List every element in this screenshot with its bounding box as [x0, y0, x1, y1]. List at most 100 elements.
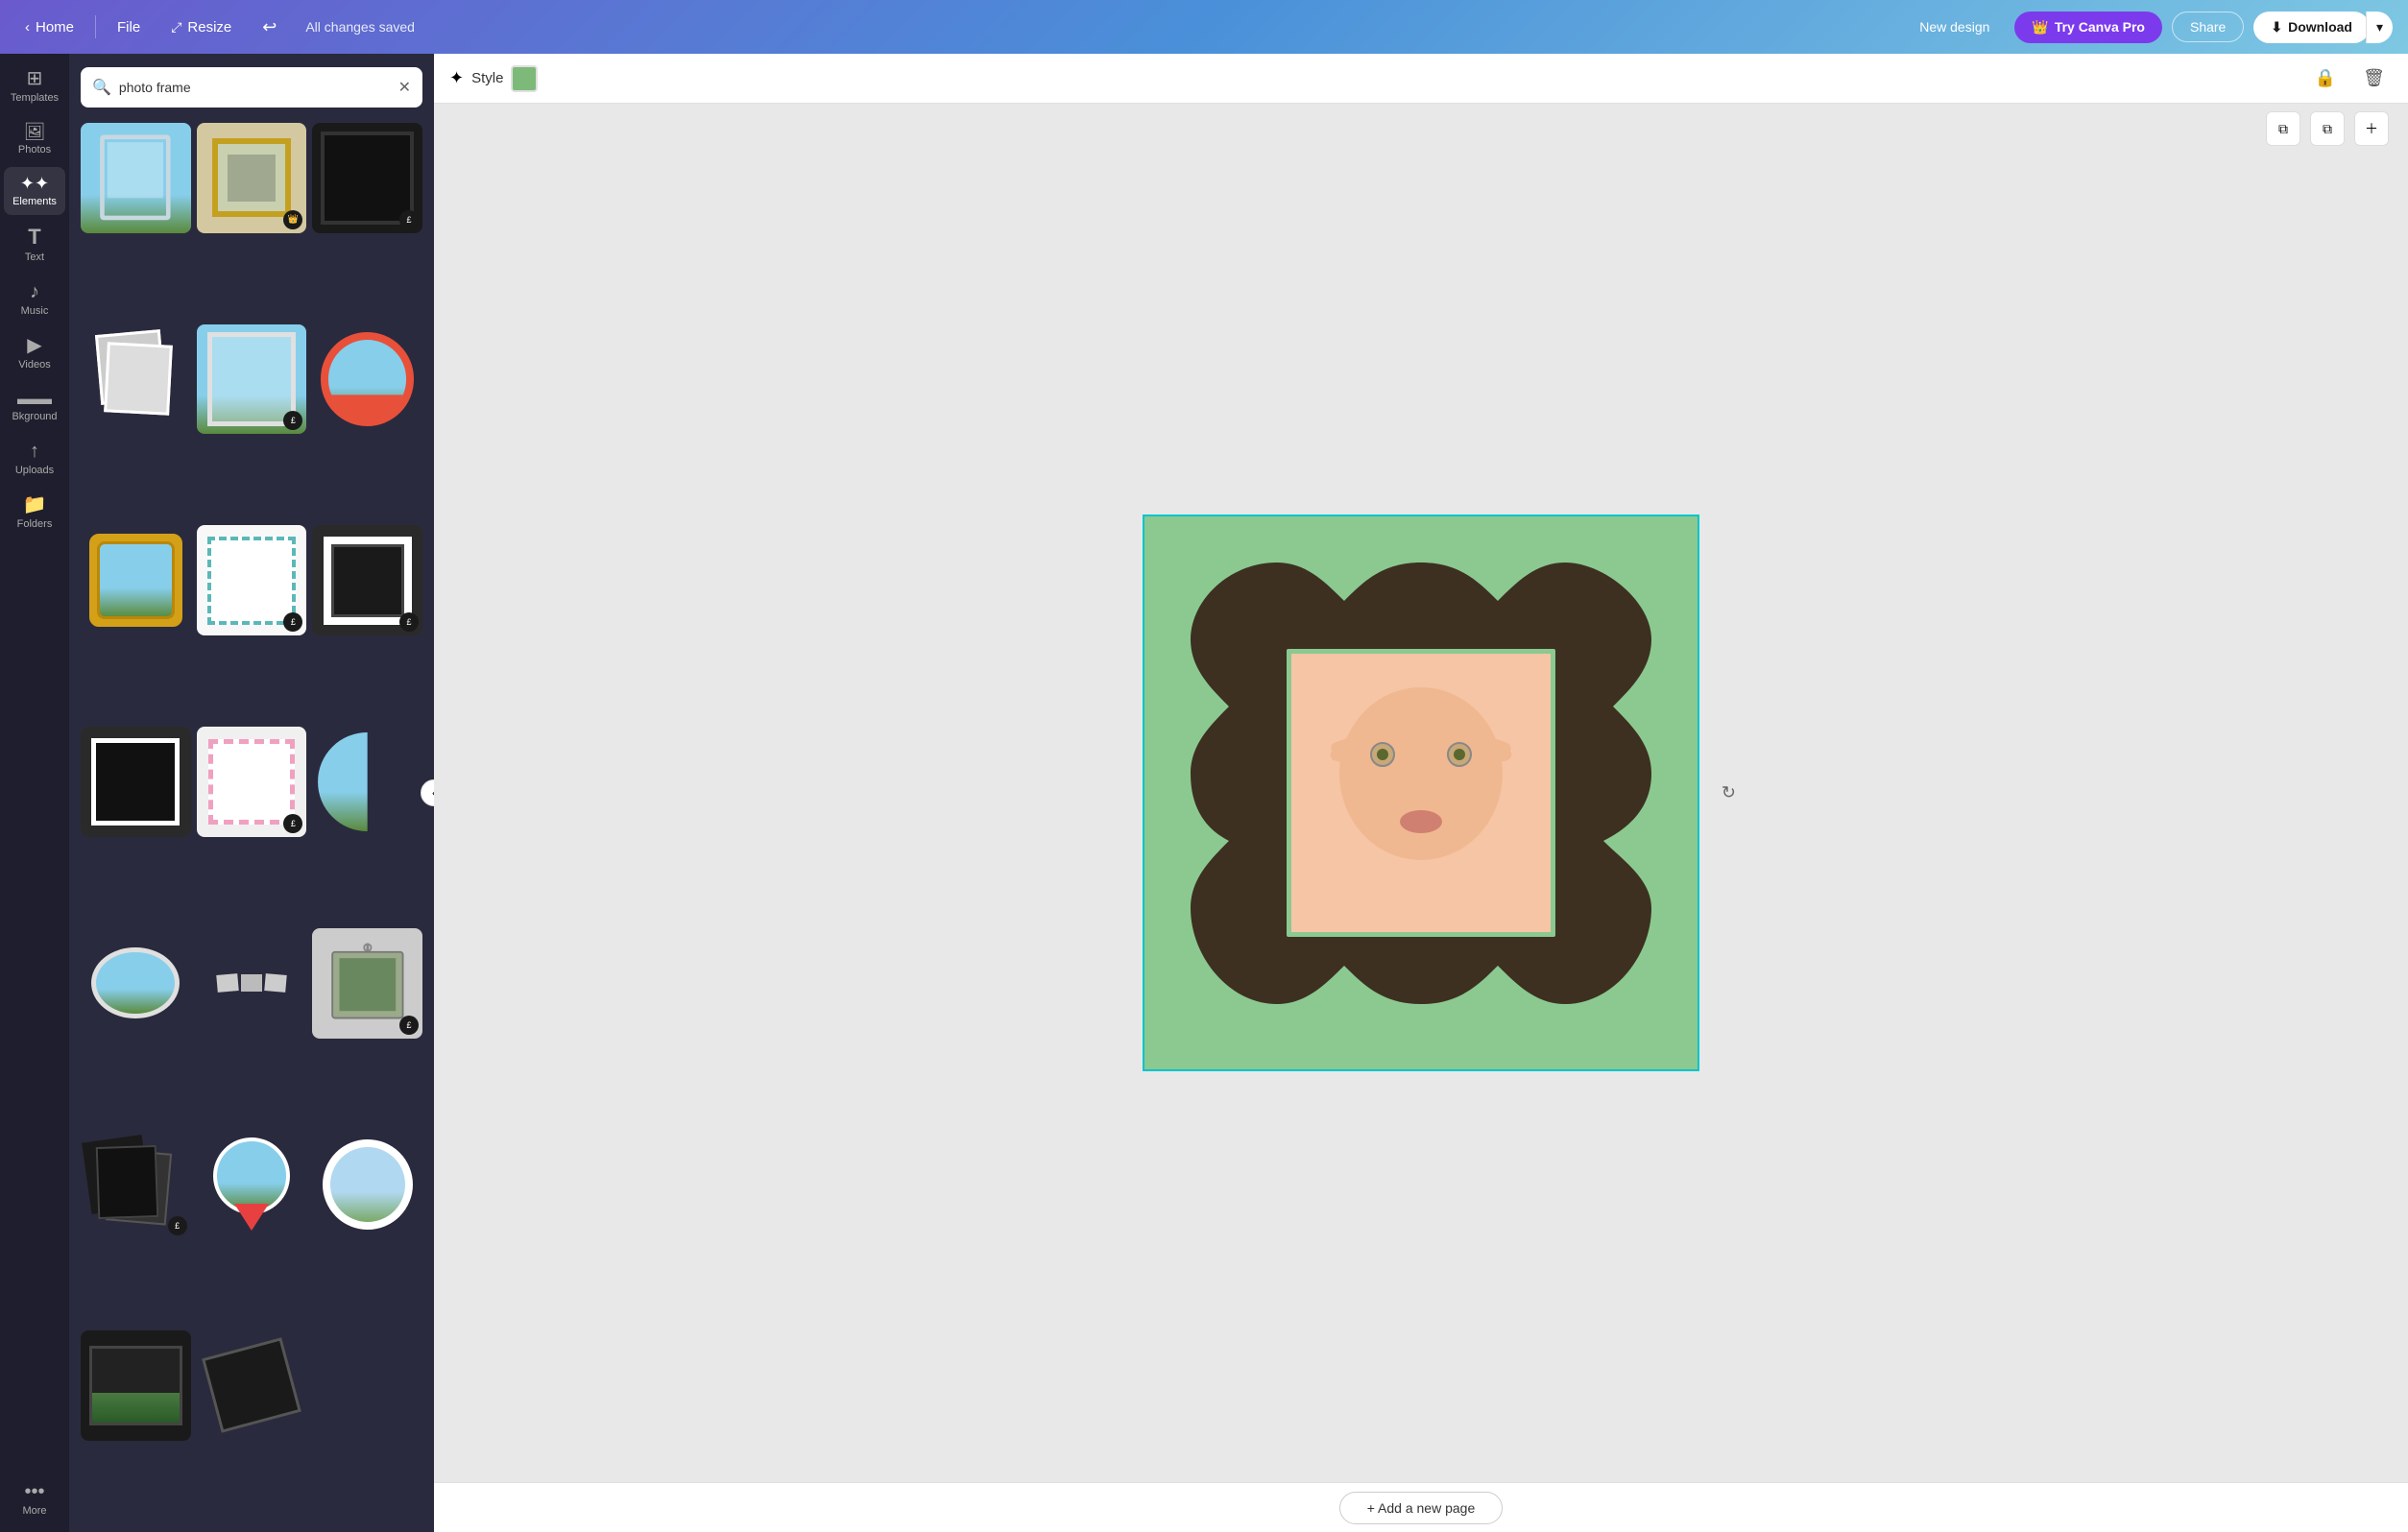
- music-label: Music: [21, 305, 49, 317]
- chevron-down-icon: ▾: [2376, 19, 2383, 35]
- text-label: Text: [25, 251, 44, 263]
- frame-item-12[interactable]: [312, 727, 422, 837]
- share-button[interactable]: Share: [2172, 12, 2244, 42]
- frame-item-8[interactable]: £: [197, 525, 307, 635]
- canvas-scroll[interactable]: ↻: [434, 104, 2408, 1482]
- sidebar-item-folders[interactable]: 📁 Folders: [4, 488, 65, 538]
- canvas-action-buttons: ⧉ ⧉ ＋: [2266, 111, 2389, 146]
- search-input[interactable]: [119, 80, 391, 95]
- photos-label: Photos: [18, 144, 51, 156]
- more-icon: •••: [24, 1482, 44, 1501]
- paid-badge-15: £: [399, 1016, 419, 1035]
- text-icon: T: [28, 227, 40, 248]
- uploads-icon: ↑: [30, 442, 39, 461]
- new-design-button[interactable]: New design: [1904, 12, 2005, 42]
- home-button[interactable]: ‹ Home: [15, 13, 84, 41]
- elements-icon: ✦✦: [20, 175, 49, 192]
- undo-button[interactable]: ↩: [253, 12, 286, 43]
- clear-search-icon[interactable]: ✕: [398, 78, 411, 97]
- frame-item-14[interactable]: [197, 928, 307, 1039]
- frame-item-16[interactable]: £: [81, 1130, 191, 1240]
- folders-icon: 📁: [23, 495, 47, 515]
- frame-item-4[interactable]: [81, 324, 191, 435]
- frame-item-6[interactable]: [312, 324, 422, 435]
- resize-label: Resize: [187, 19, 231, 36]
- file-button[interactable]: File: [108, 13, 150, 41]
- copy-button[interactable]: ⧉: [2310, 111, 2345, 146]
- download-button[interactable]: ⬇ Download: [2253, 12, 2370, 43]
- undo-icon: ↩: [262, 17, 277, 37]
- results-grid: 👑 £ £: [69, 117, 434, 1532]
- bottom-bar: + Add a new page: [434, 1482, 2408, 1532]
- sidebar-item-music[interactable]: ♪ Music: [4, 275, 65, 324]
- sidebar-item-videos[interactable]: ▶ Videos: [4, 328, 65, 378]
- download-group: ⬇ Download ▾: [2253, 12, 2393, 43]
- canvas-content: [1144, 516, 1698, 1069]
- frame-item-13[interactable]: [81, 928, 191, 1039]
- templates-icon: ⊞: [27, 69, 43, 88]
- home-label: Home: [36, 19, 74, 36]
- paid-badge-3: £: [399, 210, 419, 229]
- frame-item-17[interactable]: [197, 1130, 307, 1240]
- top-navigation: ‹ Home File ⤢ Resize ↩ All changes saved…: [0, 0, 2408, 54]
- frame-item-1[interactable]: [81, 123, 191, 233]
- music-icon: ♪: [30, 282, 39, 301]
- style-controls: ✦ Style: [449, 65, 538, 92]
- add-page-button[interactable]: + Add a new page: [1339, 1492, 1504, 1524]
- sidebar-item-more[interactable]: ••• More: [4, 1474, 65, 1524]
- search-panel: 🔍 ✕: [69, 54, 434, 1532]
- download-dropdown-button[interactable]: ▾: [2366, 12, 2393, 43]
- frame-item-9[interactable]: £: [312, 525, 422, 635]
- save-status: All changes saved: [305, 19, 415, 35]
- color-swatch[interactable]: [511, 65, 538, 92]
- videos-label: Videos: [18, 359, 50, 371]
- canvas-frame[interactable]: ↻: [1143, 515, 1699, 1071]
- resize-button[interactable]: ⤢ Resize: [161, 13, 241, 41]
- paid-badge-16: £: [168, 1216, 187, 1235]
- sidebar-item-photos[interactable]: 🖼 Photos: [4, 115, 65, 163]
- crown-icon: 👑: [2032, 19, 2048, 36]
- sidebar-item-templates[interactable]: ⊞ Templates: [4, 61, 65, 111]
- sidebar-item-text[interactable]: T Text: [4, 219, 65, 271]
- ornate-frame-svg: [1181, 553, 1661, 1033]
- nav-divider: [95, 15, 96, 38]
- frame-item-15[interactable]: £: [312, 928, 422, 1039]
- background-icon: ▬▬: [17, 390, 52, 407]
- file-label: File: [117, 19, 140, 36]
- search-bar[interactable]: 🔍 ✕: [81, 67, 422, 108]
- pro-badge-2: 👑: [283, 210, 302, 229]
- frame-item-19[interactable]: [81, 1330, 191, 1441]
- photos-icon: 🖼: [24, 123, 46, 140]
- frame-item-18[interactable]: [312, 1130, 422, 1240]
- frame-item-5[interactable]: £: [197, 324, 307, 435]
- frame-item-2[interactable]: 👑: [197, 123, 307, 233]
- sidebar-item-elements[interactable]: ✦✦ Elements: [4, 167, 65, 215]
- lock-icon-button[interactable]: 🔒: [2307, 64, 2344, 92]
- templates-label: Templates: [11, 92, 59, 104]
- frame-item-3[interactable]: £: [312, 123, 422, 233]
- download-label: Download: [2288, 19, 2352, 35]
- folders-label: Folders: [17, 518, 53, 530]
- more-label: More: [22, 1505, 46, 1517]
- chevron-left-icon: ‹: [25, 19, 30, 36]
- sidebar-item-uploads[interactable]: ↑ Uploads: [4, 434, 65, 484]
- frame-item-7[interactable]: [81, 525, 191, 635]
- frame-item-10[interactable]: [81, 727, 191, 837]
- add-button[interactable]: ＋: [2354, 111, 2389, 146]
- style-label: Style: [471, 70, 503, 86]
- frame-item-20[interactable]: [197, 1330, 307, 1441]
- style-bar: ✦ Style 🔒 🗑: [434, 54, 2408, 104]
- duplicate-frame-button[interactable]: ⧉: [2266, 111, 2300, 146]
- try-pro-button[interactable]: 👑 Try Canva Pro: [2014, 12, 2162, 43]
- try-pro-label: Try Canva Pro: [2055, 19, 2145, 35]
- style-bar-right: 🔒 🗑: [2307, 64, 2393, 92]
- sidebar-item-background[interactable]: ▬▬ Bkground: [4, 382, 65, 430]
- sidebar-icons: ⊞ Templates 🖼 Photos ✦✦ Elements T Text …: [0, 54, 69, 1532]
- search-bar-wrapper: 🔍 ✕: [69, 54, 434, 117]
- frame-item-11[interactable]: £: [197, 727, 307, 837]
- delete-icon-button[interactable]: 🗑: [2355, 64, 2393, 92]
- uploads-label: Uploads: [15, 465, 54, 476]
- rotate-handle[interactable]: ↻: [1722, 783, 1736, 803]
- elements-label: Elements: [12, 196, 57, 207]
- background-label: Bkground: [12, 411, 57, 422]
